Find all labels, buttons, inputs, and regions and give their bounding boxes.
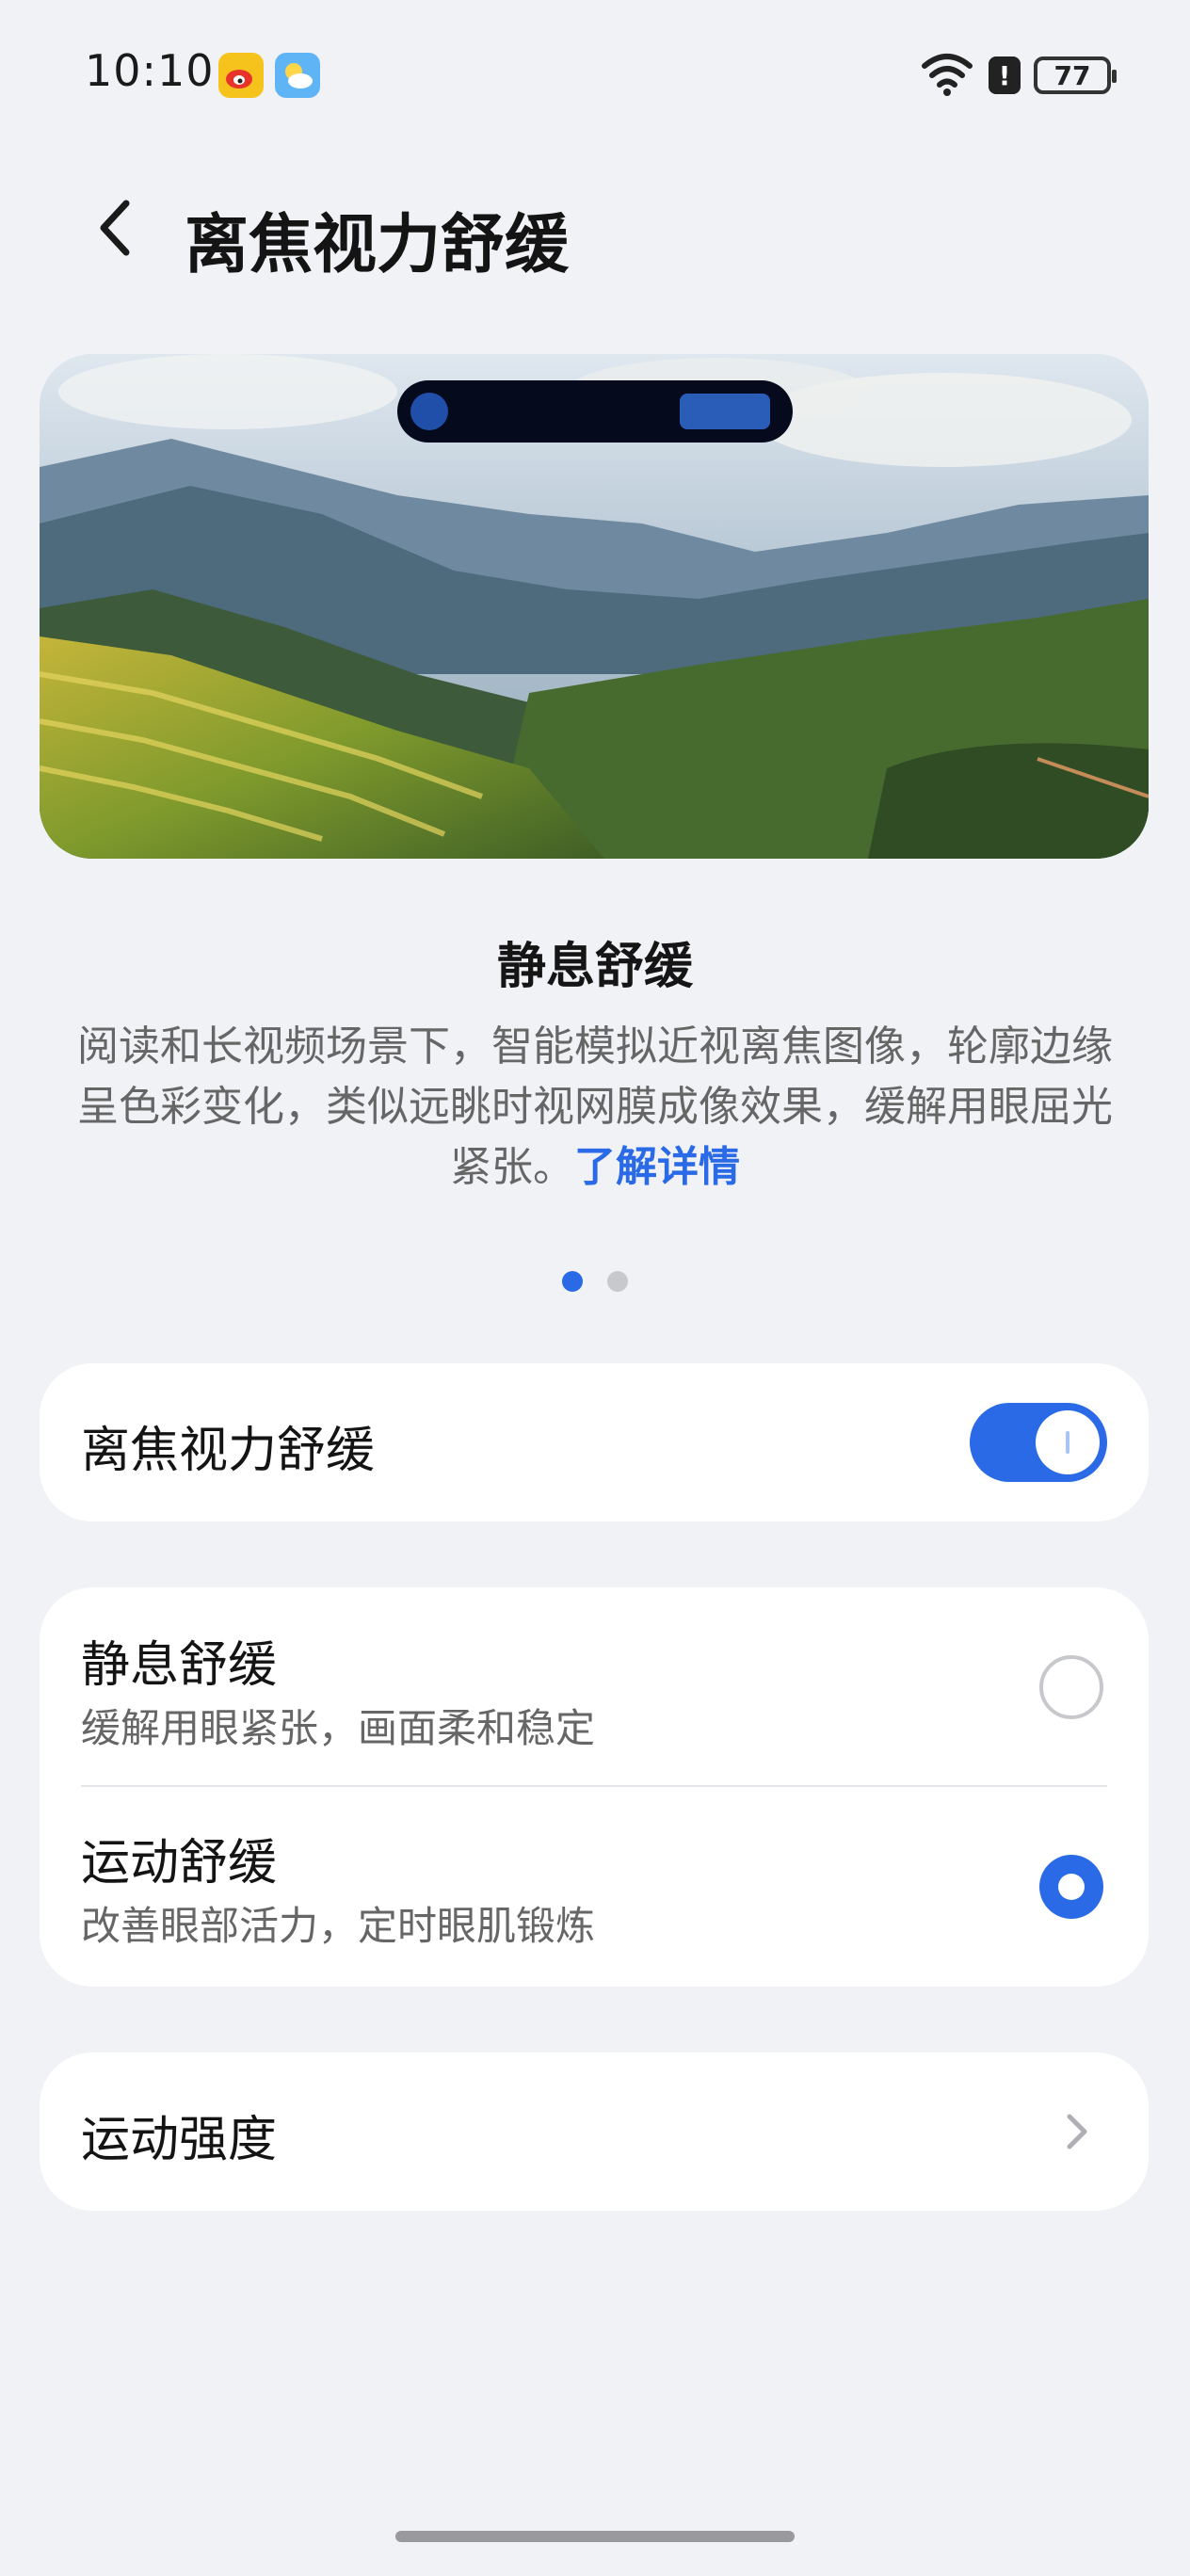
camera-cutout — [397, 380, 793, 443]
chevron-right-icon — [1051, 2105, 1103, 2158]
intensity-label: 运动强度 — [81, 2112, 278, 2168]
divider — [81, 1785, 1107, 1787]
home-indicator[interactable] — [395, 2531, 795, 2542]
toggle-knob — [1036, 1410, 1100, 1474]
page-title: 离焦视力舒缓 — [185, 208, 570, 282]
intensity-row[interactable]: 运动强度 — [40, 2053, 1149, 2211]
back-button[interactable] — [81, 190, 156, 266]
option-title: 静息舒缓 — [81, 1637, 278, 1694]
feature-toggle-label: 离焦视力舒缓 — [81, 1423, 376, 1479]
feature-toggle-row[interactable]: 离焦视力舒缓 — [40, 1363, 1149, 1521]
header: 离焦视力舒缓 — [0, 169, 1190, 282]
learn-more-link[interactable]: 了解详情 — [574, 1143, 740, 1191]
hero-image — [40, 354, 1149, 859]
wifi-icon — [919, 49, 975, 102]
radio-unselected[interactable] — [1039, 1655, 1103, 1719]
weather-icon — [275, 53, 320, 98]
status-time: 10:10 — [85, 45, 215, 96]
page-dot-active[interactable] — [562, 1271, 583, 1292]
page-dot[interactable] — [607, 1271, 628, 1292]
mode-description: 阅读和长视频场景下，智能模拟近视离焦图像，轮廓边缘呈色彩变化，类似远眺时视网膜成… — [75, 1017, 1115, 1198]
weibo-icon — [218, 53, 264, 98]
mode-options: 静息舒缓 缓解用眼紧张，画面柔和稳定 运动舒缓 改善眼部活力，定时眼肌锻炼 — [40, 1587, 1149, 1987]
option-subtitle: 缓解用眼紧张，画面柔和稳定 — [81, 1705, 596, 1751]
status-indicators: ! 77 — [919, 49, 1117, 102]
status-bar: 10:10 ! 77 — [0, 0, 1190, 151]
page-indicator — [0, 1271, 1190, 1294]
option-title: 运动舒缓 — [81, 1835, 278, 1892]
battery-icon: 77 — [1034, 56, 1117, 94]
alert-icon: ! — [989, 56, 1021, 94]
feature-toggle-switch[interactable] — [970, 1403, 1107, 1482]
chevron-left-icon — [100, 200, 130, 256]
radio-selected[interactable] — [1039, 1855, 1103, 1919]
option-subtitle: 改善眼部活力，定时眼肌锻炼 — [81, 1903, 596, 1949]
mode-title: 静息舒缓 — [496, 939, 693, 995]
